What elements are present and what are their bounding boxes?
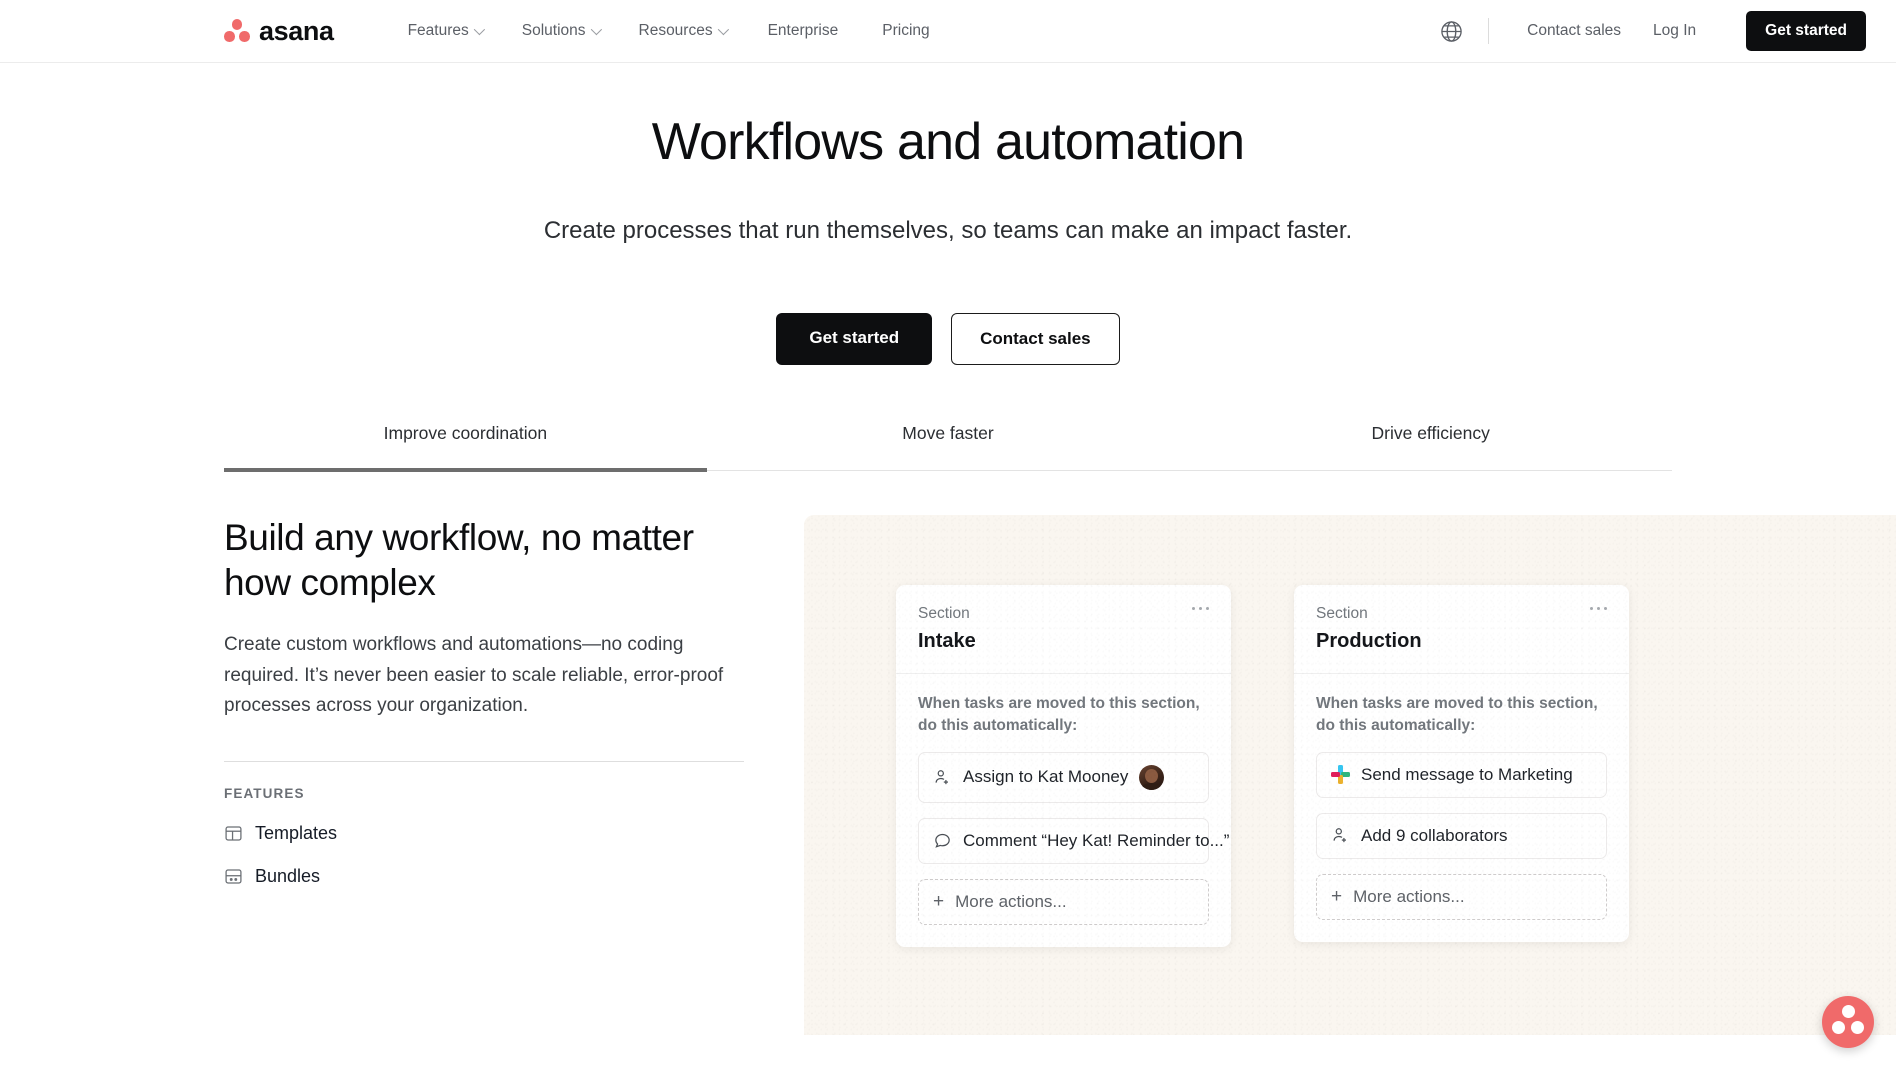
workflow-card-header: Section Production bbox=[1294, 585, 1629, 674]
automation-action-slack-message[interactable]: Send message to Marketing bbox=[1316, 751, 1607, 798]
tab-list: Improve coordination Move faster Drive e… bbox=[224, 423, 1672, 472]
contact-sales-link[interactable]: Contact sales bbox=[1511, 22, 1637, 40]
chevron-down-icon bbox=[717, 23, 729, 36]
section-name: Production bbox=[1316, 629, 1422, 652]
nav-item-enterprise[interactable]: Enterprise bbox=[746, 22, 861, 40]
automation-action-add-collaborators-label: Add 9 collaborators bbox=[1361, 825, 1508, 845]
workflow-card-production[interactable]: Section Production When tasks are moved … bbox=[1294, 584, 1629, 942]
feature-link-templates-label: Templates bbox=[255, 823, 338, 844]
brand-name: asana bbox=[259, 15, 334, 46]
automation-action-add-collaborators[interactable]: Add 9 collaborators bbox=[1316, 812, 1607, 859]
section-label: Section bbox=[918, 604, 970, 622]
add-person-icon bbox=[933, 768, 952, 787]
chevron-down-icon bbox=[590, 23, 602, 36]
feature-link-templates[interactable]: Templates bbox=[224, 823, 744, 844]
get-started-button-nav[interactable]: Get started bbox=[1746, 11, 1866, 51]
tabs-section: Improve coordination Move faster Drive e… bbox=[0, 423, 1896, 472]
automation-trigger-line-1: When tasks are moved to this section, bbox=[1316, 694, 1598, 712]
more-options-icon[interactable] bbox=[1191, 606, 1209, 611]
nav-item-solutions-label: Solutions bbox=[521, 22, 586, 39]
workflow-flow-canvas: + + Section Intake When tasks are moved … bbox=[804, 515, 1896, 1035]
section-name: Intake bbox=[918, 629, 976, 652]
section-label: Section bbox=[1316, 604, 1368, 622]
feature-copy-column: Build any workflow, no matter how comple… bbox=[224, 515, 804, 888]
automation-action-comment[interactable]: Comment “Hey Kat! Reminder to...” bbox=[918, 817, 1229, 864]
automation-action-slack-label: Send message to Marketing bbox=[1361, 764, 1573, 784]
comment-icon bbox=[933, 831, 952, 850]
hero-section: Workflows and automation Create processe… bbox=[0, 63, 1896, 365]
feature-heading: Build any workflow, no matter how comple… bbox=[224, 516, 694, 603]
automation-action-assign[interactable]: Assign to Kat Mooney bbox=[918, 751, 1209, 803]
plus-icon: + bbox=[1331, 886, 1343, 908]
contact-sales-button-hero[interactable]: Contact sales bbox=[951, 312, 1120, 365]
feature-link-bundles-label: Bundles bbox=[255, 866, 321, 887]
nav-divider bbox=[1488, 18, 1490, 44]
features-label: FEATURES bbox=[224, 786, 305, 802]
workflow-illustration-panel: + + Section Intake When tasks are moved … bbox=[804, 514, 1896, 1035]
automation-action-assign-label: Assign to Kat Mooney bbox=[963, 767, 1129, 787]
asana-logo-icon bbox=[224, 19, 250, 43]
workflow-card-header: Section Intake bbox=[896, 585, 1231, 674]
more-options-icon[interactable] bbox=[1589, 606, 1607, 611]
workflow-card-intake[interactable]: Section Intake When tasks are moved to t… bbox=[896, 584, 1231, 947]
page-title: Workflows and automation bbox=[651, 113, 1245, 171]
nav-item-resources[interactable]: Resources bbox=[619, 22, 746, 40]
nav-item-solutions[interactable]: Solutions bbox=[502, 22, 619, 40]
globe-icon[interactable] bbox=[1436, 16, 1466, 46]
workflow-card-body: When tasks are moved to this section, do… bbox=[1294, 674, 1629, 942]
chevron-down-icon bbox=[473, 23, 485, 36]
tab-move-faster[interactable]: Move faster bbox=[707, 423, 1190, 470]
more-actions-label: More actions... bbox=[955, 891, 1067, 911]
workflow-illustration-column: + + Section Intake When tasks are moved … bbox=[804, 514, 1896, 1035]
hero-cta-group: Get started Contact sales bbox=[0, 312, 1896, 365]
add-person-icon bbox=[1331, 826, 1350, 845]
plus-icon: + bbox=[933, 891, 945, 913]
tab-drive-efficiency[interactable]: Drive efficiency bbox=[1189, 423, 1672, 470]
slack-icon bbox=[1331, 765, 1350, 785]
get-started-button-hero[interactable]: Get started bbox=[776, 312, 933, 365]
feature-description: Create custom workflows and automations—… bbox=[224, 633, 724, 717]
feature-link-bundles[interactable]: Bundles bbox=[224, 866, 744, 887]
nav-right-group: Contact sales Log In Get started bbox=[1436, 11, 1866, 51]
more-actions-button-production[interactable]: + More actions... bbox=[1316, 873, 1607, 920]
avatar bbox=[1139, 764, 1165, 790]
nav-item-features-label: Features bbox=[407, 22, 469, 39]
chat-widget-button[interactable] bbox=[1822, 996, 1874, 1048]
top-navigation-bar: asana Features Solutions Resources Enter… bbox=[0, 0, 1896, 63]
bundles-icon bbox=[224, 867, 243, 886]
section-divider bbox=[224, 761, 744, 763]
primary-nav-links: Features Solutions Resources Enterprise … bbox=[388, 22, 952, 40]
tab-panel-improve-coordination: Build any workflow, no matter how comple… bbox=[0, 514, 1896, 1035]
automation-action-comment-label: Comment “Hey Kat! Reminder to...” bbox=[963, 830, 1230, 850]
automation-trigger-line-1: When tasks are moved to this section, bbox=[918, 694, 1200, 712]
automation-trigger-line-2: do this automatically: bbox=[1316, 716, 1476, 734]
log-in-link[interactable]: Log In bbox=[1637, 22, 1712, 40]
nav-item-pricing[interactable]: Pricing bbox=[860, 22, 951, 40]
template-layout-icon bbox=[224, 824, 243, 843]
nav-item-resources-label: Resources bbox=[638, 22, 713, 39]
asana-logo-link[interactable]: asana bbox=[224, 16, 334, 47]
workflow-card-body: When tasks are moved to this section, do… bbox=[896, 674, 1231, 947]
nav-item-pricing-label: Pricing bbox=[882, 22, 930, 39]
tab-improve-coordination[interactable]: Improve coordination bbox=[224, 423, 707, 472]
more-actions-label: More actions... bbox=[1353, 886, 1465, 906]
nav-item-features[interactable]: Features bbox=[388, 22, 502, 40]
nav-item-enterprise-label: Enterprise bbox=[767, 22, 839, 39]
hero-subtitle: Create processes that run themselves, so… bbox=[543, 216, 1353, 244]
automation-trigger-line-2: do this automatically: bbox=[918, 716, 1078, 734]
more-actions-button-intake[interactable]: + More actions... bbox=[918, 878, 1209, 925]
